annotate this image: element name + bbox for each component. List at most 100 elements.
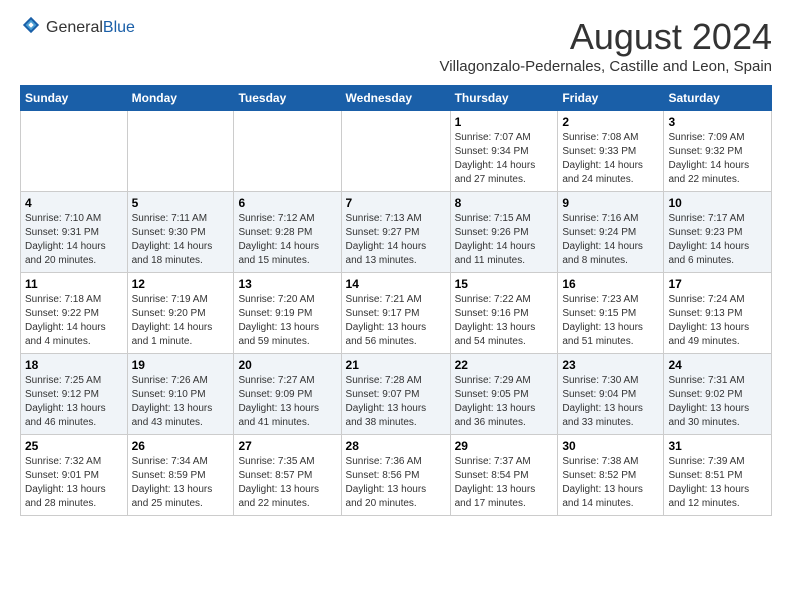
day-number: 31 [668, 439, 767, 453]
calendar-cell: 18 Sunrise: 7:25 AMSunset: 9:12 PMDayligh… [21, 354, 128, 435]
day-info: Sunrise: 7:26 AMSunset: 9:10 PMDaylight:… [132, 374, 230, 430]
calendar-cell: 4 Sunrise: 7:10 AMSunset: 9:31 PMDaylight… [21, 192, 128, 273]
calendar-cell: 2 Sunrise: 7:08 AMSunset: 9:33 PMDaylight… [558, 111, 664, 192]
day-number: 23 [562, 358, 659, 372]
weekday-header-friday: Friday [558, 86, 664, 111]
calendar-table: SundayMondayTuesdayWednesdayThursdayFrid… [20, 85, 772, 516]
day-info: Sunrise: 7:27 AMSunset: 9:09 PMDaylight:… [238, 374, 336, 430]
weekday-header-tuesday: Tuesday [234, 86, 341, 111]
calendar-cell: 9 Sunrise: 7:16 AMSunset: 9:24 PMDaylight… [558, 192, 664, 273]
month-year-title: August 2024 [440, 16, 772, 58]
calendar-cell: 20 Sunrise: 7:27 AMSunset: 9:09 PMDayligh… [234, 354, 341, 435]
day-number: 7 [346, 196, 446, 210]
location-subtitle: Villagonzalo-Pedernales, Castille and Le… [440, 58, 772, 75]
day-number: 3 [668, 115, 767, 129]
day-number: 10 [668, 196, 767, 210]
logo-blue-text: Blue [103, 19, 135, 36]
calendar-cell [127, 111, 234, 192]
day-number: 8 [455, 196, 554, 210]
day-number: 29 [455, 439, 554, 453]
day-info: Sunrise: 7:12 AMSunset: 9:28 PMDaylight:… [238, 212, 336, 268]
day-info: Sunrise: 7:36 AMSunset: 8:56 PMDaylight:… [346, 455, 446, 511]
day-number: 18 [25, 358, 123, 372]
calendar-week-row: 18 Sunrise: 7:25 AMSunset: 9:12 PMDayligh… [21, 354, 772, 435]
calendar-week-row: 4 Sunrise: 7:10 AMSunset: 9:31 PMDaylight… [21, 192, 772, 273]
day-number: 30 [562, 439, 659, 453]
day-number: 5 [132, 196, 230, 210]
calendar-cell: 17Sunrise: 7:24 AMSunset: 9:13 PMDayligh… [664, 273, 772, 354]
weekday-header-wednesday: Wednesday [341, 86, 450, 111]
day-info: Sunrise: 7:13 AMSunset: 9:27 PMDaylight:… [346, 212, 446, 268]
weekday-header-saturday: Saturday [664, 86, 772, 111]
calendar-cell: 21Sunrise: 7:28 AMSunset: 9:07 PMDayligh… [341, 354, 450, 435]
logo-icon [22, 16, 40, 34]
day-info: Sunrise: 7:37 AMSunset: 8:54 PMDaylight:… [455, 455, 554, 511]
calendar-week-row: 25 Sunrise: 7:32 AMSunset: 9:01 PMDayligh… [21, 435, 772, 516]
calendar-cell: 24 Sunrise: 7:31 AMSunset: 9:02 PMDayligh… [664, 354, 772, 435]
day-info: Sunrise: 7:29 AMSunset: 9:05 PMDaylight:… [455, 374, 554, 430]
day-info: Sunrise: 7:22 AMSunset: 9:16 PMDaylight:… [455, 293, 554, 349]
day-number: 24 [668, 358, 767, 372]
day-info: Sunrise: 7:25 AMSunset: 9:12 PMDaylight:… [25, 374, 123, 430]
day-number: 27 [238, 439, 336, 453]
calendar-cell: 27 Sunrise: 7:35 AMSunset: 8:57 PMDayligh… [234, 435, 341, 516]
day-number: 20 [238, 358, 336, 372]
calendar-cell: 25 Sunrise: 7:32 AMSunset: 9:01 PMDayligh… [21, 435, 128, 516]
logo: GeneralBlue [20, 16, 135, 39]
day-info: Sunrise: 7:11 AMSunset: 9:30 PMDaylight:… [132, 212, 230, 268]
day-number: 15 [455, 277, 554, 291]
day-info: Sunrise: 7:38 AMSunset: 8:52 PMDaylight:… [562, 455, 659, 511]
calendar-cell: 13 Sunrise: 7:20 AMSunset: 9:19 PMDayligh… [234, 273, 341, 354]
calendar-cell: 16 Sunrise: 7:23 AMSunset: 9:15 PMDayligh… [558, 273, 664, 354]
day-info: Sunrise: 7:39 AMSunset: 8:51 PMDaylight:… [668, 455, 767, 511]
day-info: Sunrise: 7:10 AMSunset: 9:31 PMDaylight:… [25, 212, 123, 268]
calendar-cell: 19 Sunrise: 7:26 AMSunset: 9:10 PMDayligh… [127, 354, 234, 435]
day-number: 14 [346, 277, 446, 291]
day-info: Sunrise: 7:23 AMSunset: 9:15 PMDaylight:… [562, 293, 659, 349]
calendar-cell: 26 Sunrise: 7:34 AMSunset: 8:59 PMDayligh… [127, 435, 234, 516]
day-number: 13 [238, 277, 336, 291]
calendar-week-row: 1Sunrise: 7:07 AMSunset: 9:34 PMDaylight… [21, 111, 772, 192]
calendar-body: 1Sunrise: 7:07 AMSunset: 9:34 PMDaylight… [21, 111, 772, 516]
day-info: Sunrise: 7:21 AMSunset: 9:17 PMDaylight:… [346, 293, 446, 349]
day-number: 21 [346, 358, 446, 372]
day-number: 9 [562, 196, 659, 210]
day-info: Sunrise: 7:20 AMSunset: 9:19 PMDaylight:… [238, 293, 336, 349]
calendar-cell: 28 Sunrise: 7:36 AMSunset: 8:56 PMDayligh… [341, 435, 450, 516]
day-info: Sunrise: 7:35 AMSunset: 8:57 PMDaylight:… [238, 455, 336, 511]
day-info: Sunrise: 7:16 AMSunset: 9:24 PMDaylight:… [562, 212, 659, 268]
weekday-header-sunday: Sunday [21, 86, 128, 111]
calendar-cell: 12 Sunrise: 7:19 AMSunset: 9:20 PMDayligh… [127, 273, 234, 354]
calendar-header-row: SundayMondayTuesdayWednesdayThursdayFrid… [21, 86, 772, 111]
calendar-cell: 30 Sunrise: 7:38 AMSunset: 8:52 PMDayligh… [558, 435, 664, 516]
day-number: 12 [132, 277, 230, 291]
calendar-cell: 14 Sunrise: 7:21 AMSunset: 9:17 PMDayligh… [341, 273, 450, 354]
calendar-cell [21, 111, 128, 192]
day-info: Sunrise: 7:19 AMSunset: 9:20 PMDaylight:… [132, 293, 230, 349]
day-info: Sunrise: 7:24 AMSunset: 9:13 PMDaylight:… [668, 293, 767, 349]
day-number: 16 [562, 277, 659, 291]
day-number: 2 [562, 115, 659, 129]
weekday-header-monday: Monday [127, 86, 234, 111]
day-number: 25 [25, 439, 123, 453]
calendar-cell: 8 Sunrise: 7:15 AMSunset: 9:26 PMDaylight… [450, 192, 558, 273]
day-info: Sunrise: 7:34 AMSunset: 8:59 PMDaylight:… [132, 455, 230, 511]
day-info: Sunrise: 7:08 AMSunset: 9:33 PMDaylight:… [562, 131, 659, 187]
day-info: Sunrise: 7:17 AMSunset: 9:23 PMDaylight:… [668, 212, 767, 268]
calendar-cell: 22 Sunrise: 7:29 AMSunset: 9:05 PMDayligh… [450, 354, 558, 435]
day-number: 26 [132, 439, 230, 453]
day-number: 19 [132, 358, 230, 372]
day-number: 28 [346, 439, 446, 453]
calendar-cell: 6Sunrise: 7:12 AMSunset: 9:28 PMDaylight… [234, 192, 341, 273]
day-info: Sunrise: 7:32 AMSunset: 9:01 PMDaylight:… [25, 455, 123, 511]
day-number: 11 [25, 277, 123, 291]
logo-general-text: General [46, 19, 103, 36]
calendar-cell: 7 Sunrise: 7:13 AMSunset: 9:27 PMDaylight… [341, 192, 450, 273]
calendar-cell: 1Sunrise: 7:07 AMSunset: 9:34 PMDaylight… [450, 111, 558, 192]
day-number: 22 [455, 358, 554, 372]
day-number: 4 [25, 196, 123, 210]
day-info: Sunrise: 7:31 AMSunset: 9:02 PMDaylight:… [668, 374, 767, 430]
weekday-header-thursday: Thursday [450, 86, 558, 111]
day-info: Sunrise: 7:15 AMSunset: 9:26 PMDaylight:… [455, 212, 554, 268]
calendar-cell: 15 Sunrise: 7:22 AMSunset: 9:16 PMDayligh… [450, 273, 558, 354]
